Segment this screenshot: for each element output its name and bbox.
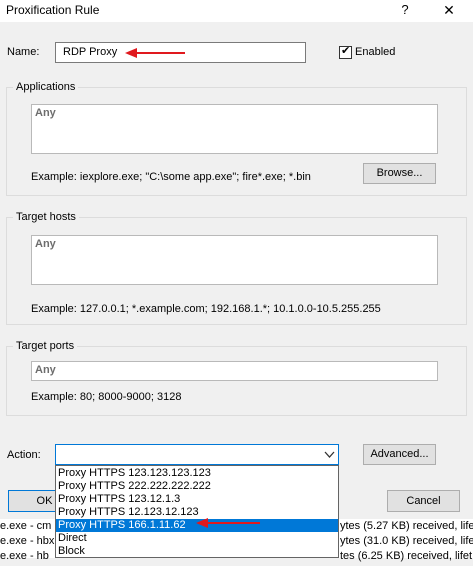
applications-value: Any <box>35 107 56 119</box>
help-button[interactable]: ? <box>394 1 416 19</box>
target-ports-title: Target ports <box>13 340 78 352</box>
applications-title: Applications <box>13 81 79 93</box>
name-input-value: RDP Proxy <box>63 46 118 58</box>
cancel-button-label: Cancel <box>406 495 441 507</box>
target-ports-value: Any <box>35 364 56 376</box>
cancel-button[interactable]: Cancel <box>387 490 460 512</box>
target-hosts-value: Any <box>35 238 56 250</box>
action-select[interactable] <box>55 444 339 465</box>
action-option-6[interactable]: Block <box>56 545 338 558</box>
advanced-button[interactable]: Advanced... <box>363 444 436 465</box>
target-hosts-title: Target hosts <box>13 211 79 223</box>
target-ports-input[interactable]: Any <box>31 361 438 381</box>
applications-example: Example: iexplore.exe; "C:\some app.exe"… <box>31 171 311 183</box>
browse-button[interactable]: Browse... <box>363 163 436 184</box>
annotation-arrow-icon <box>196 518 260 528</box>
annotation-arrow-icon <box>125 48 185 58</box>
action-option-2[interactable]: Proxy HTTPS 123.12.1.3 <box>56 493 338 506</box>
action-option-5[interactable]: Direct <box>56 532 338 545</box>
action-option-0[interactable]: Proxy HTTPS 123.123.123.123 <box>56 467 338 480</box>
applications-input[interactable]: Any <box>31 104 438 154</box>
browse-button-label: Browse... <box>376 167 423 179</box>
enabled-checkbox[interactable]: ✔ <box>339 45 352 59</box>
name-label: Name: <box>7 46 40 58</box>
target-hosts-input[interactable]: Any <box>31 235 438 285</box>
close-button[interactable]: ✕ <box>436 1 462 19</box>
advanced-button-label: Advanced... <box>370 448 429 460</box>
check-icon: ✔ <box>341 45 351 57</box>
action-option-1[interactable]: Proxy HTTPS 222.222.222.222 <box>56 480 338 493</box>
target-hosts-example: Example: 127.0.0.1; *.example.com; 192.1… <box>31 303 381 315</box>
target-ports-group <box>6 346 467 416</box>
action-dropdown-list: Proxy HTTPS 123.123.123.123 Proxy HTTPS … <box>55 465 339 558</box>
window-title: Proxification Rule <box>6 3 100 17</box>
enabled-label: Enabled <box>355 46 396 58</box>
chevron-down-icon[interactable] <box>324 451 335 459</box>
action-label: Action: <box>7 449 41 461</box>
target-ports-example: Example: 80; 8000-9000; 3128 <box>31 391 182 403</box>
